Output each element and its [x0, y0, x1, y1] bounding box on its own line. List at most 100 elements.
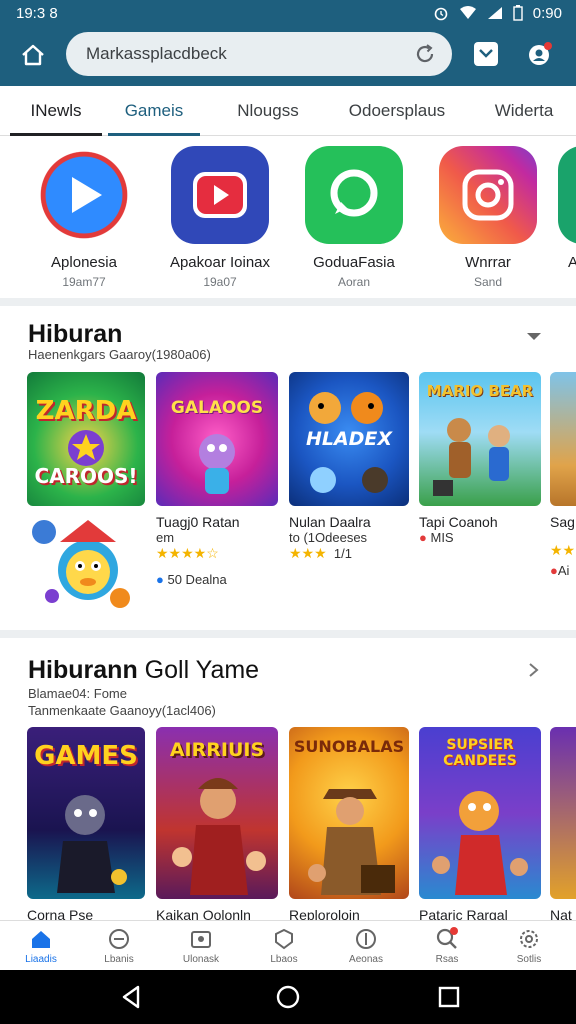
tab-widgets[interactable]: Widerta	[478, 86, 570, 136]
artwork-title: HLADEX	[305, 428, 393, 450]
game-card[interactable]: SUNOBALAS Reploroloin	[289, 727, 409, 923]
play-icon	[35, 146, 133, 244]
home-button[interactable]	[18, 40, 48, 70]
tab-news[interactable]: INewls	[10, 86, 102, 136]
game-meta: to (1Odeeses	[289, 530, 368, 545]
artwork-title: SUPSIER CANDEES	[443, 737, 517, 769]
section-title: Hiburan	[28, 320, 123, 348]
game-downloads: 50 Dealna	[167, 572, 227, 587]
game-card[interactable]: GALAOOS Tuagj0 Ratan em ★★★★☆ ● 50 Dealn…	[156, 372, 280, 587]
artwork-title: SUNOBALAS	[293, 737, 405, 756]
section-title-bold: Hiburann	[28, 656, 138, 684]
artwork-title: ZARDA	[35, 396, 137, 426]
nav-movies[interactable]: Lbaos	[243, 927, 325, 965]
chevron-right-icon[interactable]	[528, 662, 540, 678]
game-name: Tuagj0 Ratan	[156, 514, 240, 530]
games-icon	[107, 927, 131, 951]
chevron-down-icon[interactable]	[526, 332, 542, 342]
game-name: Tapi Coanoh	[419, 514, 498, 530]
tab-outdoors[interactable]: Odoersplaus	[334, 86, 460, 136]
app-meta: 19am77	[62, 275, 106, 289]
nav-games[interactable]: Lbanis	[78, 927, 160, 965]
rating-stars: ★★★★☆	[156, 545, 219, 561]
nav-apps[interactable]: Ulonask	[160, 927, 242, 965]
app-item[interactable]: Wnrrar Sand	[423, 146, 553, 289]
battery-icon	[513, 5, 523, 21]
game-card[interactable]: AIRRIUIS Kaikan Oolonln	[156, 727, 278, 923]
account-icon	[529, 42, 552, 65]
artwork-title: MARIO BEAR	[426, 382, 534, 400]
app-name: Apakoar Ioinax	[169, 254, 271, 271]
system-navigation-bar	[0, 970, 576, 1024]
game-name: Sag	[550, 514, 575, 530]
app-name: A	[568, 254, 576, 271]
movies-icon	[272, 927, 296, 951]
game-artwork: AIRRIUIS	[156, 727, 278, 899]
status-bar: 19:3 8 0:90	[0, 0, 576, 26]
app-meta: 19a07	[203, 275, 237, 289]
featured-apps-row: Aplonesia 19am77 Apakoar Ioinax 19a07 Go…	[0, 136, 576, 298]
game-card[interactable]: MARIO BEAR Tapi Coanoh ● MIS	[419, 372, 541, 545]
game-artwork	[550, 727, 576, 899]
signal-icon	[487, 7, 502, 19]
rating-stars: ★★	[550, 542, 576, 558]
rating-stars: ★★★	[289, 545, 327, 561]
game-meta: MIS	[430, 530, 454, 545]
app-item[interactable]: Apakoar Ioinax 19a07	[155, 146, 285, 289]
recents-icon[interactable]	[436, 984, 462, 1010]
app-meta: Aoran	[337, 275, 371, 289]
game-artwork: GAMES	[27, 727, 145, 899]
nav-books[interactable]: Aeonas	[325, 927, 407, 965]
back-icon[interactable]	[118, 984, 144, 1010]
game-artwork: HLADEX	[289, 372, 409, 506]
nav-label: Liaadis	[25, 954, 57, 965]
refresh-icon[interactable]	[414, 43, 436, 65]
nav-label: Sotlis	[516, 954, 542, 965]
category-tabs: INewls Gameis Nlougss Odoersplaus Widert…	[0, 86, 576, 136]
status-time: 19:3 8	[16, 4, 58, 22]
section-subtitle: Tanmenkaate Gaanoyy(1acl406)	[28, 703, 216, 718]
nav-label: Rsas	[435, 954, 459, 965]
game-card[interactable]: ZARDA CAROOS!	[27, 372, 145, 506]
wifi-icon	[459, 6, 476, 19]
app-icon	[558, 146, 576, 244]
nav-settings[interactable]: Sotlis	[488, 927, 570, 965]
tab-games[interactable]: Gameis	[108, 86, 200, 136]
tab-lounges[interactable]: Nlougss	[222, 86, 314, 136]
game-meta: Ai	[557, 563, 570, 578]
game-card[interactable]: Sag ★★ ●Ai	[550, 372, 576, 578]
alarm-icon	[434, 7, 448, 21]
game-artwork: GALAOOS	[156, 372, 278, 506]
game-artwork	[550, 372, 576, 506]
library-button[interactable]	[472, 40, 500, 68]
app-name: Wnrrar	[465, 254, 511, 271]
game-artwork: SUPSIER CANDEES	[419, 727, 541, 899]
account-button[interactable]	[526, 40, 554, 68]
chat-icon	[305, 146, 403, 244]
home-circle-icon[interactable]	[275, 984, 301, 1010]
game-name: Nulan Daalra	[289, 514, 371, 530]
section-subtitle: Haenenkgars Gaaroy(1980a06)	[28, 347, 211, 362]
home-icon	[29, 927, 53, 951]
game-artwork: MARIO BEAR	[419, 372, 541, 506]
apps-icon	[189, 927, 213, 951]
nav-search[interactable]: Rsas	[406, 927, 488, 965]
app-item[interactable]: A	[558, 146, 576, 271]
section-title: Hiburann Goll Yame	[28, 656, 259, 685]
nav-home[interactable]: Liaadis	[0, 927, 82, 965]
game-card[interactable]: Nat	[550, 727, 576, 923]
game-card[interactable]: SUPSIER CANDEES Pataric Rargal	[419, 727, 541, 923]
artwork-subtitle: CAROOS!	[34, 464, 138, 488]
artwork-title: GALAOOS	[170, 398, 264, 418]
app-item[interactable]: GoduaFasia Aoran	[289, 146, 419, 289]
section-title-rest: Goll Yame	[144, 656, 260, 684]
artwork-title: GAMES	[34, 741, 138, 771]
camera-icon	[439, 146, 537, 244]
search-input[interactable]: Markassplacdbeck	[86, 44, 414, 64]
app-item[interactable]: Aplonesia 19am77	[19, 146, 149, 289]
game-card[interactable]: HLADEX Nulan Daalra to (1Odeeses ★★★ 1/1	[289, 372, 409, 562]
game-rating-count: 1/1	[333, 546, 352, 561]
search-icon	[435, 927, 459, 951]
search-bar[interactable]: Markassplacdbeck	[66, 32, 452, 76]
game-card[interactable]: GAMES Corna Pse	[27, 727, 145, 923]
